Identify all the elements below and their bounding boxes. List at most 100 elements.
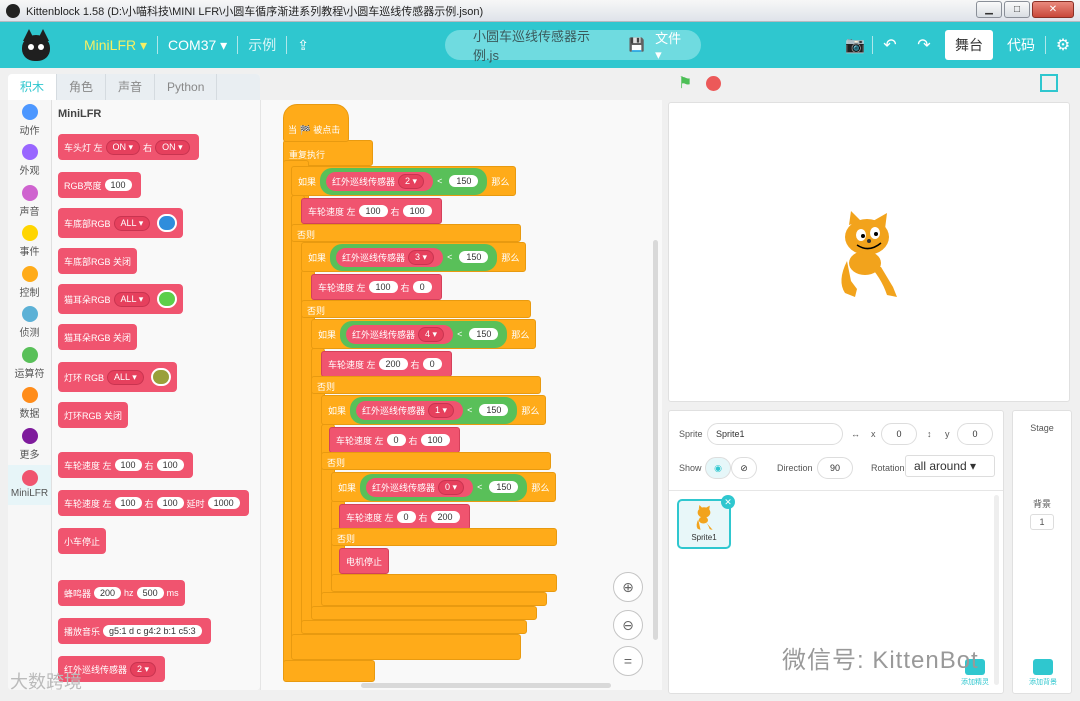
category-control[interactable]: 控制 [8, 262, 51, 303]
tab-python[interactable]: Python [155, 74, 218, 100]
y-input[interactable]: 0 [957, 423, 993, 445]
block-play-music[interactable]: 播放音乐 g5:1 d c g4:2 b:1 c5:3 [58, 618, 211, 644]
stage-canvas[interactable] [668, 102, 1070, 402]
close-button[interactable]: ✕ [1032, 1, 1074, 18]
camera-icon[interactable]: 📷 [838, 35, 872, 55]
zoom-in-button[interactable]: ⊕ [613, 572, 643, 602]
stage-controls: ⚑ [668, 70, 1072, 98]
sprite-properties: Sprite Sprite1 ↔ x 0 ↕ y 0 Show ◉ ⊘ Dire… [669, 411, 1003, 491]
x-label: x [871, 429, 876, 439]
add-backdrop-button[interactable]: 添加背景 [1025, 659, 1061, 687]
redo-icon[interactable]: ↷ [907, 35, 941, 55]
if-block[interactable]: 如果 红外巡线传感器 1 ▾ <150 那么 [321, 395, 547, 425]
category-minilfr[interactable]: MiniLFR [8, 464, 51, 505]
add-backdrop-icon [1033, 659, 1053, 675]
green-flag-icon[interactable]: ⚑ [678, 76, 696, 92]
category-motion[interactable]: 动作 [8, 100, 51, 141]
block-wheel-speed-delay[interactable]: 车轮速度 左 100 右 100 延时 1000 [58, 490, 249, 516]
if-block[interactable]: 如果 红外巡线传感器 0 ▾ <150 那么 [331, 472, 557, 502]
cat-sprite[interactable] [827, 211, 907, 301]
tab-stage[interactable]: 舞台 [945, 30, 993, 60]
block-ear-rgb-off[interactable]: 猫耳朵RGB 关闭 [58, 324, 138, 350]
x-input[interactable]: 0 [881, 423, 917, 445]
block-ring-rgb-off[interactable]: 灯环RGB 关闭 [58, 402, 129, 428]
sprite-list-scrollbar[interactable] [994, 495, 999, 685]
tab-code[interactable]: 代码 [997, 35, 1045, 55]
port-menu[interactable]: COM37 ▾ [158, 22, 237, 68]
if-block[interactable]: 如果 红外巡线传感器 3 ▾ <150 那么 [301, 242, 527, 272]
block-ear-rgb[interactable]: 猫耳朵RGB ALL ▾ [58, 284, 184, 314]
device-menu[interactable]: MiniLFR ▾ [74, 22, 157, 68]
block-rgb-brightness[interactable]: RGB亮度 100 [58, 172, 141, 198]
stage-panel[interactable]: Stage 背景 1 添加背景 [1012, 410, 1072, 694]
block-bottom-rgb[interactable]: 车底部RGB ALL ▾ [58, 208, 184, 238]
block-buzzer[interactable]: 蜂鸣器 200 hz 500 ms [58, 580, 185, 606]
wheel-speed-block[interactable]: 车轮速度 左 100 右 100 [301, 198, 442, 224]
wheel-speed-block[interactable]: 车轮速度 左 100 右 0 [311, 274, 442, 300]
minimize-button[interactable]: ▁ [976, 1, 1002, 18]
block-ring-rgb[interactable]: 灯环 RGB ALL ▾ [58, 362, 177, 392]
rotation-select[interactable]: all around ▾ [905, 455, 995, 477]
fullscreen-icon[interactable] [1040, 74, 1058, 92]
block-car-stop[interactable]: 小车停止 [58, 528, 107, 554]
show-hidden-icon[interactable]: ⊘ [731, 457, 757, 479]
zoom-out-button[interactable]: ⊖ [613, 610, 643, 640]
gear-icon[interactable]: ⚙ [1046, 35, 1080, 55]
color-swatch[interactable] [157, 290, 178, 308]
stop-icon[interactable] [706, 76, 721, 91]
palette-title: MiniLFR [58, 108, 102, 120]
wheel-speed-block[interactable]: 车轮速度 左 0 右 100 [329, 427, 460, 453]
category-events[interactable]: 事件 [8, 222, 51, 263]
category-more[interactable]: 更多 [8, 424, 51, 465]
tab-blocks[interactable]: 积木 [8, 74, 58, 100]
wheel-speed-block[interactable]: 车轮速度 左 200 右 0 [321, 351, 452, 377]
block-palette: MiniLFR 车头灯 左 ON ▾ 右 ON ▾ RGB亮度 100 车底部RGB AL… [52, 100, 260, 690]
tab-costumes[interactable]: 角色 [57, 74, 107, 100]
x-arrows-icon: ↔ [851, 429, 860, 439]
watermark-right: 微信号: KittenBot [782, 647, 979, 674]
sprite-tile[interactable]: ✕ Sprite1 [677, 495, 735, 549]
category-data[interactable]: 数据 [8, 384, 51, 425]
show-visible-icon[interactable]: ◉ [705, 457, 731, 479]
script-workspace[interactable]: 当 🏁 被点击 重复执行 如果 红外巡线传感器 2 ▾ <150 那么 车轮速度 左 10… [260, 100, 662, 690]
category-operators[interactable]: 运算符 [8, 343, 51, 384]
wheel-speed-block[interactable]: 车轮速度 左 0 右 200 [339, 504, 470, 530]
upload-icon[interactable]: ⇪ [287, 22, 319, 68]
else-bar [301, 300, 531, 318]
block-bottom-rgb-off[interactable]: 车底部RGB 关闭 [58, 248, 138, 274]
color-swatch[interactable] [150, 368, 171, 386]
horizontal-scrollbar[interactable] [361, 683, 611, 688]
else-bar [311, 376, 541, 394]
project-file-pill[interactable]: 小圆车巡线传感器示例.js 💾 文件 ▾ [444, 28, 701, 63]
else-label: 否则 [297, 230, 316, 240]
vertical-scrollbar[interactable] [653, 240, 658, 640]
if-bottom [291, 634, 521, 660]
blocks-pane: 积木 角色 声音 Python 动作 外观 声音 事件 控制 侦测 运算符 数据… [8, 74, 260, 690]
file-menu[interactable]: 文件 ▾ [655, 28, 691, 63]
when-flag-clicked-block[interactable]: 当 🏁 被点击 [283, 104, 349, 142]
direction-input[interactable]: 90 [817, 457, 853, 479]
undo-icon[interactable]: ↶ [873, 35, 907, 55]
motor-stop-block[interactable]: 电机停止 [339, 548, 390, 574]
block-headlight[interactable]: 车头灯 左 ON ▾ 右 ON ▾ [58, 134, 199, 160]
project-filename[interactable]: 小圆车巡线传感器示例.js [473, 26, 615, 64]
category-looks[interactable]: 外观 [8, 141, 51, 182]
tab-sounds[interactable]: 声音 [106, 74, 156, 100]
category-sensing[interactable]: 侦测 [8, 303, 51, 344]
delete-sprite-icon[interactable]: ✕ [721, 495, 735, 509]
category-sound[interactable]: 声音 [8, 181, 51, 222]
if-block[interactable]: 如果 红外巡线传感器 2 ▾ <150 那么 [291, 166, 517, 196]
block-wheel-speed[interactable]: 车轮速度 左 100 右 100 [58, 452, 193, 478]
sprite-name-input[interactable]: Sprite1 [707, 423, 843, 445]
kittenblock-logo[interactable] [16, 25, 56, 65]
editor-tabs: 积木 角色 声音 Python [8, 74, 260, 100]
examples-menu[interactable]: 示例 [238, 22, 286, 68]
window-title: Kittenblock 1.58 (D:\小喵科技\MINI LFR\小圆车循序… [26, 5, 484, 18]
zoom-reset-button[interactable]: = [613, 646, 643, 676]
color-swatch[interactable] [157, 214, 178, 232]
maximize-button[interactable]: □ [1004, 1, 1030, 18]
backdrop-count: 1 [1030, 514, 1054, 530]
if-block[interactable]: 如果 红外巡线传感器 4 ▾ <150 那么 [311, 319, 537, 349]
else-label: 否则 [327, 458, 346, 468]
save-icon[interactable]: 💾 [629, 37, 645, 53]
